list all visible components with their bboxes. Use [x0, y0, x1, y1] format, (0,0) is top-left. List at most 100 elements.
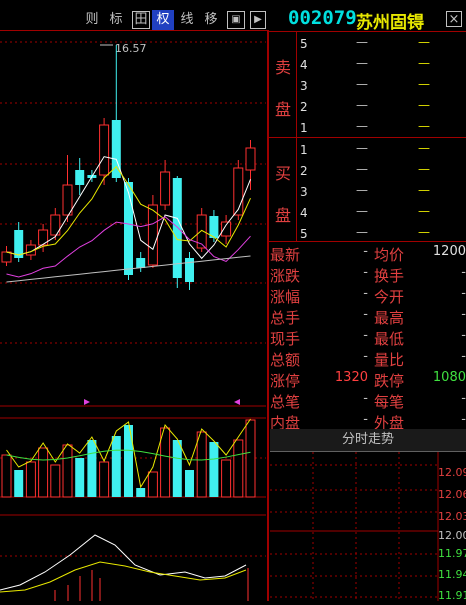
price-tick-2: 12.03	[438, 510, 466, 523]
quote-label-left-5: 总额	[270, 351, 301, 369]
quote-label-right-1: 换手	[374, 267, 405, 285]
buy-label-1: 买	[275, 164, 292, 183]
candle-body	[1, 251, 12, 263]
buy-level-2: 3	[300, 185, 308, 199]
quote-label-left-2: 涨幅	[270, 288, 301, 306]
buy-price-3: —	[356, 204, 368, 218]
quote-value-left-6: 1320	[334, 370, 368, 385]
stock-code: 002079	[288, 7, 357, 29]
sell-price-1: —	[356, 56, 368, 70]
candles-group	[1, 45, 256, 290]
volume-bar	[14, 470, 24, 497]
quote-value-right-8: -	[461, 412, 466, 427]
quote-label-right-4: 最低	[374, 330, 405, 348]
candle-body	[99, 124, 110, 176]
sell-label-2: 盘	[275, 100, 292, 119]
price-tick-5: 11.94	[438, 568, 466, 581]
buy-volume-4: —	[418, 225, 430, 239]
indicator-line-slow	[0, 561, 247, 593]
quote-label-right-6: 跌停	[374, 372, 405, 390]
quote-label-left-1: 涨跌	[270, 267, 301, 285]
toolbar-button-6[interactable]: ▣	[227, 11, 245, 29]
close-icon[interactable]: ×	[446, 11, 462, 27]
volume-bar	[172, 440, 182, 497]
sell-volume-4: —	[418, 119, 430, 133]
volume-bar	[209, 442, 219, 497]
sell-volume-2: —	[418, 77, 430, 91]
sell-level-3: 2	[300, 100, 308, 114]
volume-bar	[62, 444, 73, 498]
volume-bar	[1, 454, 12, 498]
candle-body	[62, 184, 73, 216]
volume-bar	[50, 464, 61, 498]
indicator-lines-group	[0, 534, 249, 601]
candle-body	[209, 216, 219, 238]
toolbar-button-3[interactable]: 权	[152, 10, 174, 30]
quote-label-left-3: 总手	[270, 309, 301, 327]
buy-label-2: 盘	[275, 206, 292, 225]
volume-bar	[160, 427, 171, 498]
sell-level-2: 3	[300, 79, 308, 93]
quote-value-right-5: -	[461, 349, 466, 364]
volume-bar	[25, 461, 36, 498]
buy-price-2: —	[356, 183, 368, 197]
price-tick-6: 11.91	[438, 589, 466, 602]
candle-body	[245, 147, 256, 171]
candle-body	[233, 167, 244, 216]
buy-price-4: —	[356, 225, 368, 239]
range-marker-right-icon	[234, 399, 240, 405]
volume-bar	[124, 425, 133, 497]
quote-label-right-5: 量比	[374, 351, 405, 369]
quote-value-left-4: -	[363, 328, 368, 343]
volume-bar	[196, 431, 207, 498]
sell-label-1: 卖	[275, 58, 292, 77]
quote-value-left-3: -	[363, 307, 368, 322]
sell-volume-3: —	[418, 98, 430, 112]
price-tick-1: 12.06	[438, 488, 466, 501]
range-marker-left-icon	[84, 399, 90, 405]
indicator-line-fast	[0, 534, 247, 591]
toolbar-button-7[interactable]: ▶	[250, 11, 266, 29]
quote-value-right-1: -	[461, 265, 466, 280]
quote-label-right-3: 最高	[374, 309, 405, 327]
volume-bar	[185, 470, 194, 497]
toolbar-button-4[interactable]: 线	[176, 10, 198, 30]
stock-name: 苏州固锝	[356, 13, 424, 33]
candle-body	[185, 258, 194, 282]
volume-bars-group	[1, 418, 256, 498]
intraday-title[interactable]: 分时走势	[270, 429, 466, 452]
toolbar-button-5[interactable]: 移	[200, 10, 222, 30]
intraday-chart[interactable]	[270, 452, 466, 601]
buy-level-1: 2	[300, 164, 308, 178]
buy-price-0: —	[356, 141, 368, 155]
candle-body	[147, 204, 158, 266]
quote-value-left-7: -	[363, 391, 368, 406]
quote-label-right-2: 今开	[374, 288, 405, 306]
toolbar-button-1[interactable]: 标	[105, 10, 127, 30]
header-divider	[0, 30, 268, 31]
volume-bar	[147, 471, 158, 498]
quote-value-right-7: -	[461, 391, 466, 406]
quote-value-left-2: -	[363, 286, 368, 301]
quote-value-left-5: -	[363, 349, 368, 364]
sell-volume-0: —	[418, 35, 430, 49]
quote-value-right-6: 1080	[432, 370, 466, 385]
volume-bar	[111, 436, 121, 497]
quote-value-left-8: -	[363, 412, 368, 427]
sell-price-2: —	[356, 77, 368, 91]
toolbar-button-2[interactable]: 田	[132, 11, 150, 29]
toolbar-button-0[interactable]: 则	[81, 10, 103, 30]
quote-label-left-4: 现手	[270, 330, 301, 348]
buy-volume-0: —	[418, 141, 430, 155]
sell-price-3: —	[356, 98, 368, 112]
buy-level-3: 4	[300, 206, 308, 220]
candle-body	[75, 170, 85, 185]
volume-bar	[75, 458, 85, 497]
kline-chart-area[interactable]: 16.57	[0, 30, 266, 601]
quote-value-left-1: -	[363, 265, 368, 280]
quote-label-right-7: 每笔	[374, 393, 405, 411]
volume-bar	[87, 440, 97, 497]
buy-level-0: 1	[300, 143, 308, 157]
buy-volume-1: —	[418, 162, 430, 176]
buy-level-4: 5	[300, 227, 308, 241]
